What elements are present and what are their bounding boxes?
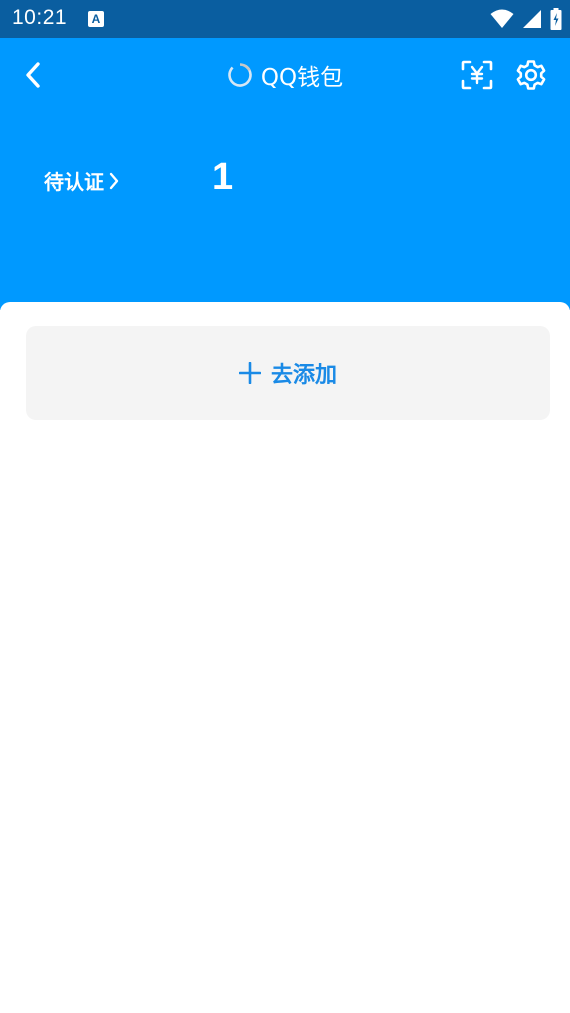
pending-verification-label: 待认证: [44, 170, 104, 194]
content-sheet: 去添加: [0, 302, 570, 1013]
page-title: QQ钱包: [260, 65, 344, 91]
signal-icon: [523, 10, 541, 28]
wifi-icon: [490, 9, 514, 28]
loading-spinner-icon: [228, 63, 252, 87]
add-label: 去添加: [270, 363, 337, 388]
settings-button[interactable]: [512, 56, 550, 94]
battery-icon: [550, 8, 562, 30]
status-icons: [490, 8, 562, 30]
gear-icon: [516, 60, 546, 90]
yuan-scan-icon: [461, 60, 493, 90]
status-bar: 10:21 A: [0, 0, 570, 38]
add-button[interactable]: 去添加: [26, 326, 550, 420]
plus-icon: [238, 362, 261, 384]
pending-verification-link[interactable]: 待认证: [44, 166, 120, 195]
wallet-header: QQ钱包 待认证 1: [0, 38, 570, 310]
scan-pay-button[interactable]: [459, 58, 495, 92]
status-time: 10:21: [12, 6, 68, 29]
pending-count: 1: [212, 156, 234, 198]
chevron-right-icon: [108, 172, 120, 190]
notification-app-icon: A: [88, 11, 104, 27]
